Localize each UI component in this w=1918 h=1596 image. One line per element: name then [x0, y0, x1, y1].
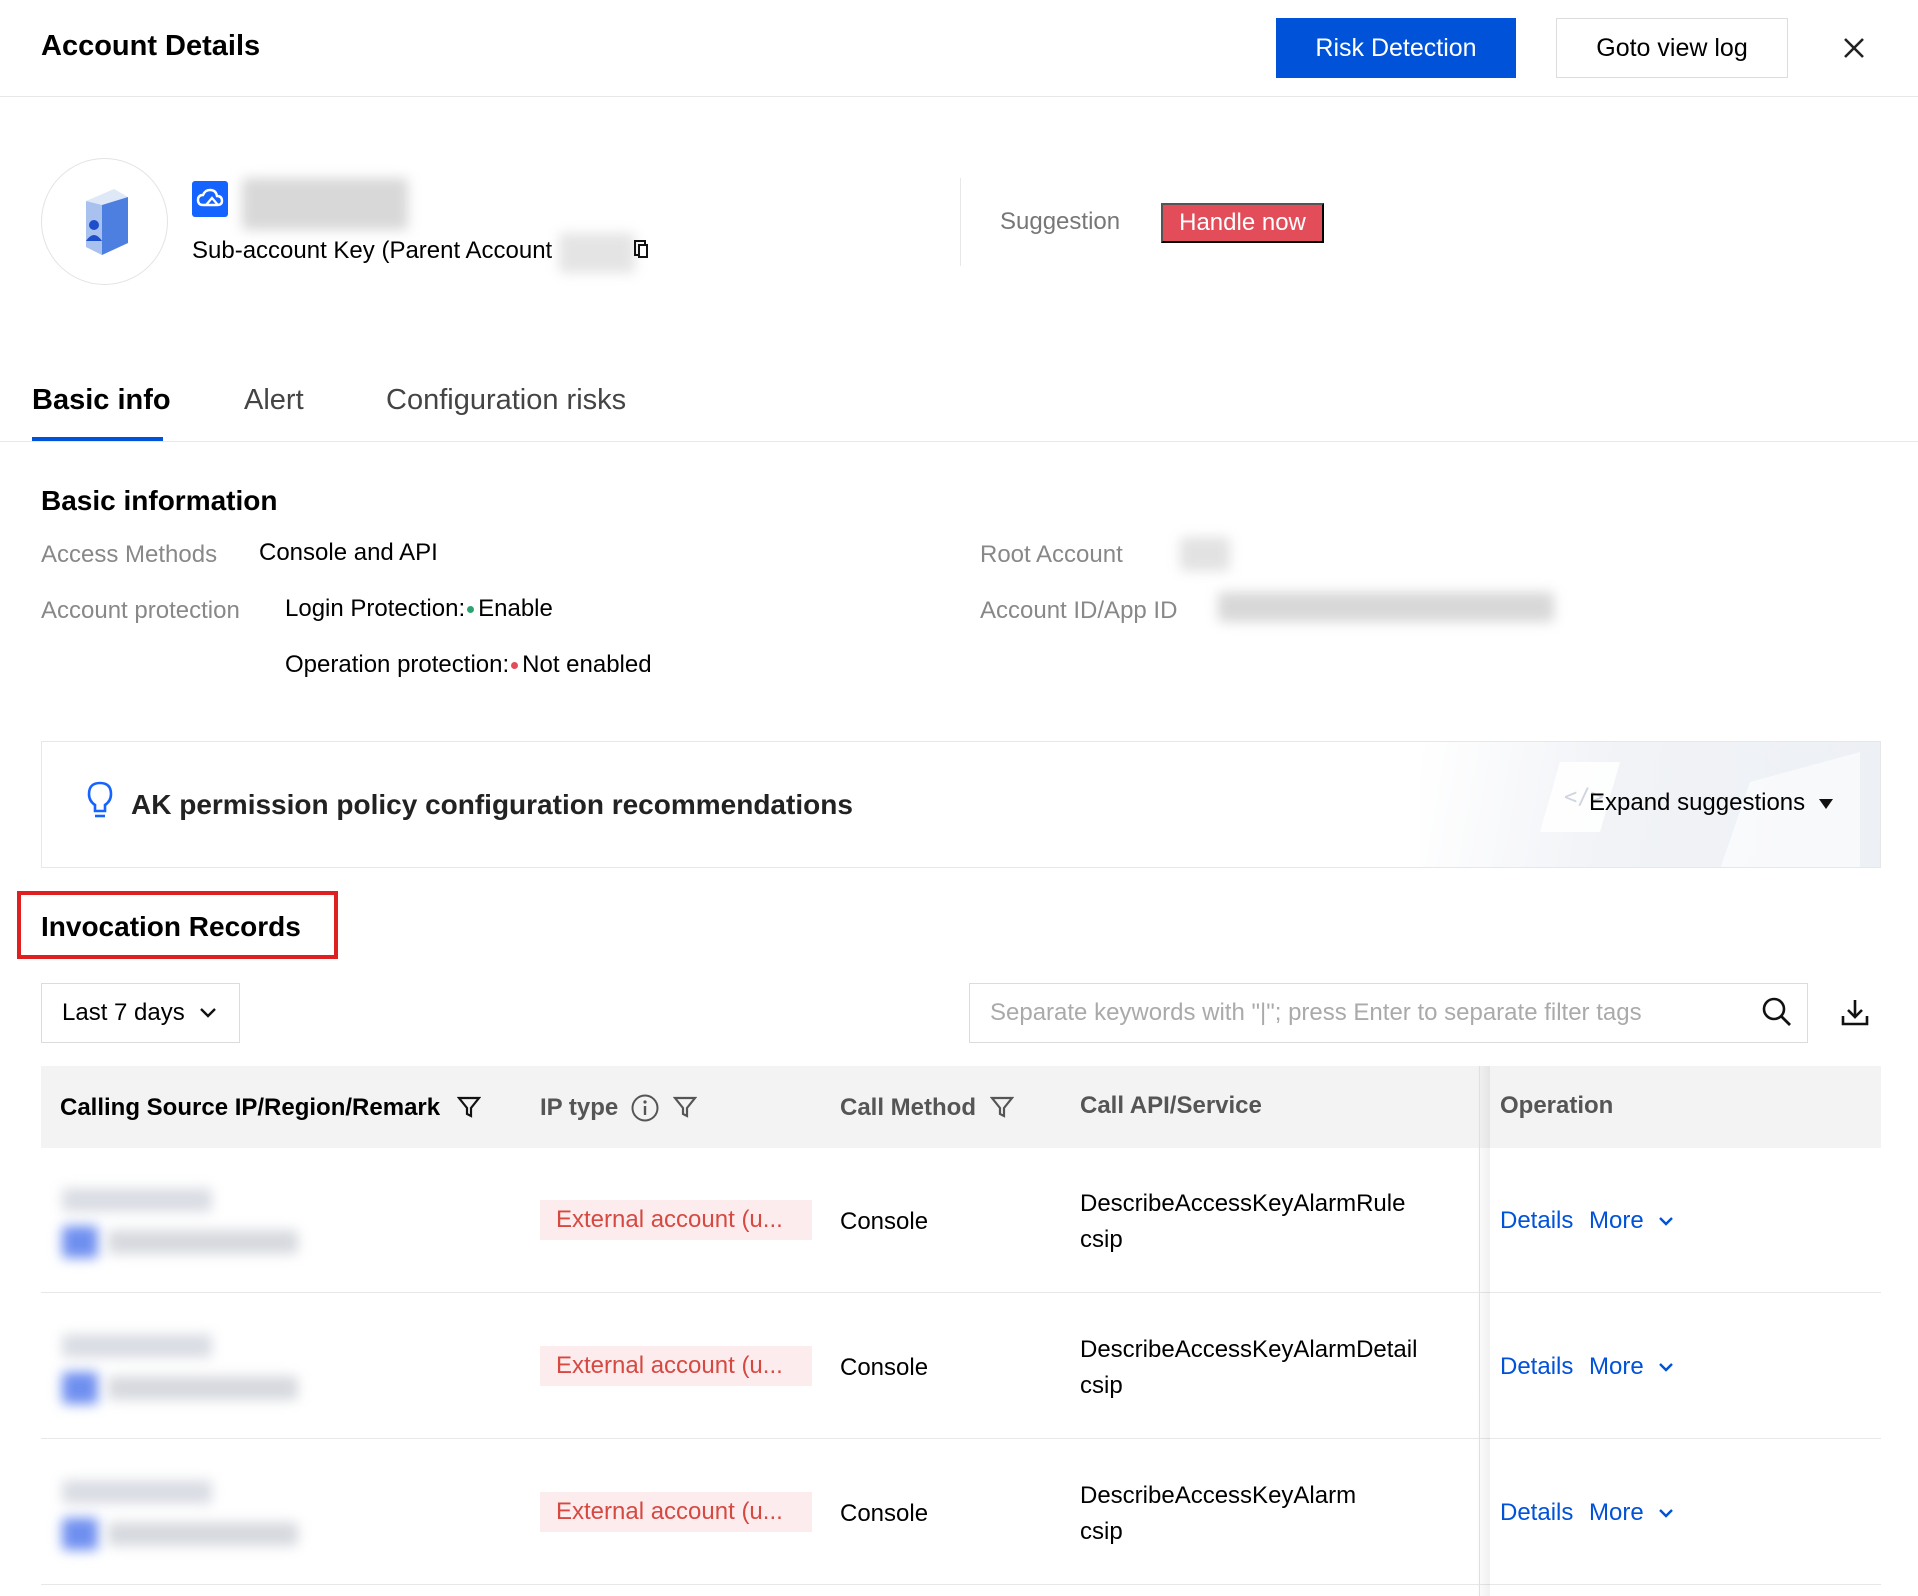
- handle-now-button[interactable]: Handle now: [1161, 203, 1324, 243]
- parent-account-redacted: [559, 233, 635, 273]
- ip-type-tag: External account (u...: [540, 1346, 812, 1386]
- ip-type-tag: External account (u...: [540, 1200, 812, 1240]
- invocation-records-title: Invocation Records: [41, 911, 301, 942]
- tab-bar: Basic info Alert Configuration risks: [0, 360, 1918, 442]
- account-key-icon: [86, 189, 128, 255]
- account-id-label: Account ID/App ID: [980, 597, 1178, 624]
- root-account-label: Root Account: [980, 541, 1123, 568]
- details-link[interactable]: Details: [1500, 1207, 1573, 1235]
- status-dot-success: [467, 606, 475, 614]
- more-dropdown[interactable]: More: [1589, 1353, 1674, 1381]
- dialog-header: Account Details Risk Detection Goto view…: [0, 0, 1918, 97]
- more-dropdown[interactable]: More: [1589, 1207, 1674, 1235]
- tab-basic-info[interactable]: Basic info: [32, 384, 171, 417]
- profile-divider: [960, 178, 961, 266]
- fixed-column-divider: [1479, 1066, 1480, 1596]
- filter-icon[interactable]: [457, 1095, 481, 1119]
- close-icon[interactable]: [1836, 30, 1872, 66]
- column-source: Calling Source IP/Region/Remark: [60, 1094, 441, 1121]
- time-range-select[interactable]: Last 7 days: [41, 983, 240, 1043]
- call-api-value: DescribeAccessKeyAlarmDetail: [1080, 1336, 1418, 1363]
- account-id-redacted: [1218, 592, 1554, 622]
- avatar: [41, 158, 168, 285]
- details-link[interactable]: Details: [1500, 1499, 1573, 1527]
- account-protection-label: Account protection: [41, 597, 240, 624]
- region-flag-redacted: [62, 1518, 98, 1550]
- column-call-api: Call API/Service: [1080, 1092, 1262, 1119]
- more-dropdown[interactable]: More: [1589, 1499, 1674, 1527]
- more-label: More: [1589, 1499, 1644, 1526]
- copy-icon[interactable]: [633, 239, 649, 261]
- region-remark-redacted: [108, 1522, 298, 1546]
- call-method-value: Console: [840, 1208, 929, 1235]
- expand-suggestions-label: Expand suggestions: [1589, 789, 1806, 816]
- login-protection-value: Enable: [478, 595, 553, 622]
- column-operation: Operation: [1500, 1092, 1614, 1119]
- row-divider: [41, 1438, 1881, 1439]
- region-remark-redacted: [108, 1376, 298, 1400]
- search-input[interactable]: Separate keywords with "|"; press Enter …: [969, 983, 1808, 1043]
- row-divider: [41, 1584, 1881, 1585]
- chevron-down-icon: [1659, 1509, 1674, 1518]
- dialog-title: Account Details: [41, 30, 261, 62]
- risk-detection-button[interactable]: Risk Detection: [1276, 18, 1516, 78]
- operation-protection-label: Operation protection:: [285, 651, 510, 678]
- chevron-down-icon: [1659, 1363, 1674, 1372]
- source-ip-redacted: [62, 1188, 212, 1212]
- search-placeholder: Separate keywords with "|"; press Enter …: [990, 999, 1642, 1026]
- call-method-value: Console: [840, 1500, 929, 1527]
- info-icon[interactable]: [630, 1093, 660, 1123]
- filter-icon[interactable]: [990, 1095, 1014, 1119]
- operation-protection: Operation protection: Not enabled: [285, 651, 652, 679]
- region-remark-redacted: [108, 1230, 298, 1254]
- column-ip-type: IP type: [540, 1094, 619, 1121]
- recommendation-panel: </> AK permission policy configuration r…: [41, 741, 1881, 868]
- basic-information-title: Basic information: [41, 485, 278, 516]
- root-account-redacted: [1180, 537, 1230, 571]
- more-label: More: [1589, 1353, 1644, 1380]
- row-divider: [41, 1292, 1881, 1293]
- call-service-value: csip: [1080, 1226, 1123, 1253]
- operation-protection-value: Not enabled: [522, 651, 652, 678]
- source-ip-redacted: [62, 1480, 212, 1504]
- ip-type-tag: External account (u...: [540, 1492, 812, 1532]
- login-protection-label: Login Protection:: [285, 595, 466, 622]
- expand-suggestions-button[interactable]: Expand suggestions: [1589, 789, 1834, 817]
- status-dot-error: [511, 662, 519, 670]
- login-protection: Login Protection: Enable: [285, 595, 553, 623]
- suggestion-label: Suggestion: [1000, 208, 1121, 235]
- caret-down-icon: [1818, 799, 1833, 809]
- download-icon[interactable]: [1840, 997, 1870, 1027]
- tab-configuration-risks[interactable]: Configuration risks: [386, 384, 626, 417]
- account-name-redacted: [242, 178, 408, 230]
- search-icon[interactable]: [1761, 996, 1793, 1028]
- call-service-value: csip: [1080, 1518, 1123, 1545]
- access-methods-value: Console and API: [259, 539, 438, 566]
- recommendation-title: AK permission policy configuration recom…: [131, 789, 853, 820]
- more-label: More: [1589, 1207, 1644, 1234]
- filter-icon[interactable]: [673, 1095, 697, 1119]
- bulb-icon: [87, 781, 113, 818]
- call-method-value: Console: [840, 1354, 929, 1381]
- account-type-text: Sub-account Key (Parent Account: [192, 237, 553, 264]
- column-call-method: Call Method: [840, 1094, 976, 1121]
- region-flag-redacted: [62, 1372, 98, 1404]
- chevron-down-icon: [199, 1008, 216, 1018]
- source-ip-redacted: [62, 1334, 212, 1358]
- view-log-button[interactable]: Goto view log: [1556, 18, 1788, 78]
- details-link[interactable]: Details: [1500, 1353, 1573, 1381]
- chevron-down-icon: [1659, 1217, 1674, 1226]
- active-tab-indicator: [32, 437, 163, 441]
- call-api-value: DescribeAccessKeyAlarmRule: [1080, 1190, 1406, 1217]
- access-methods-label: Access Methods: [41, 541, 218, 568]
- tab-alert[interactable]: Alert: [244, 384, 304, 417]
- call-service-value: csip: [1080, 1372, 1123, 1399]
- time-range-value: Last 7 days: [62, 999, 185, 1026]
- call-api-value: DescribeAccessKeyAlarm: [1080, 1482, 1357, 1509]
- cloud-icon: [192, 181, 228, 217]
- region-flag-redacted: [62, 1226, 98, 1258]
